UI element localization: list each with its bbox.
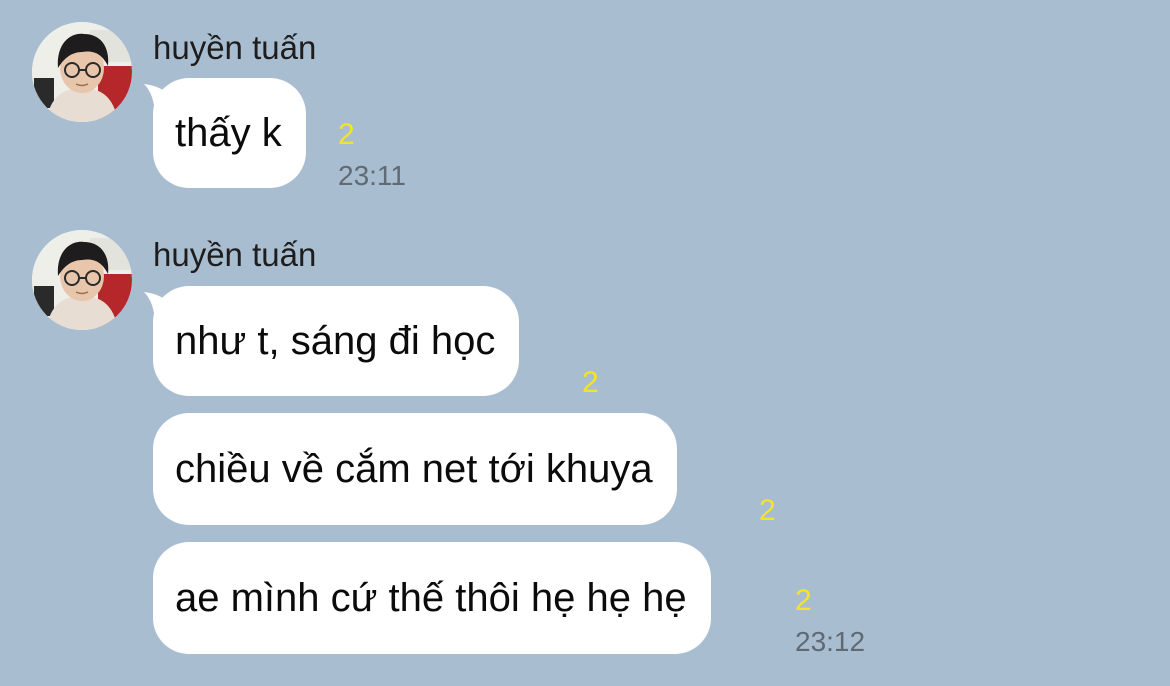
message-bubble[interactable]: ae mình cứ thế thôi hẹ hẹ hẹ — [153, 542, 711, 654]
message-bubble[interactable]: thấy k — [153, 78, 306, 188]
read-count: 2 — [582, 366, 599, 399]
sender-avatar[interactable] — [32, 22, 132, 122]
message-time: 23:11 — [338, 160, 406, 191]
message-text: như t, sáng đi học — [175, 318, 496, 363]
user-photo-icon — [32, 230, 132, 330]
chat-message-list: huyền tuấn thấy k 2 23:11 huyền tuấn như… — [0, 0, 1170, 686]
read-count: 2 — [795, 584, 812, 617]
sender-avatar[interactable] — [32, 230, 132, 330]
message-text: chiều về cắm net tới khuya — [175, 446, 653, 491]
sender-name: huyền tuấn — [153, 29, 317, 66]
message-bubble[interactable]: như t, sáng đi học — [153, 286, 520, 396]
read-count: 2 — [338, 118, 355, 151]
user-photo-icon — [32, 22, 132, 122]
message-time: 23:12 — [795, 626, 866, 657]
sender-name: huyền tuấn — [153, 236, 317, 273]
message-text: ae mình cứ thế thôi hẹ hẹ hẹ — [175, 575, 687, 620]
message-text: thấy k — [175, 110, 282, 155]
message-bubble[interactable]: chiều về cắm net tới khuya — [153, 413, 677, 525]
read-count: 2 — [759, 494, 776, 527]
